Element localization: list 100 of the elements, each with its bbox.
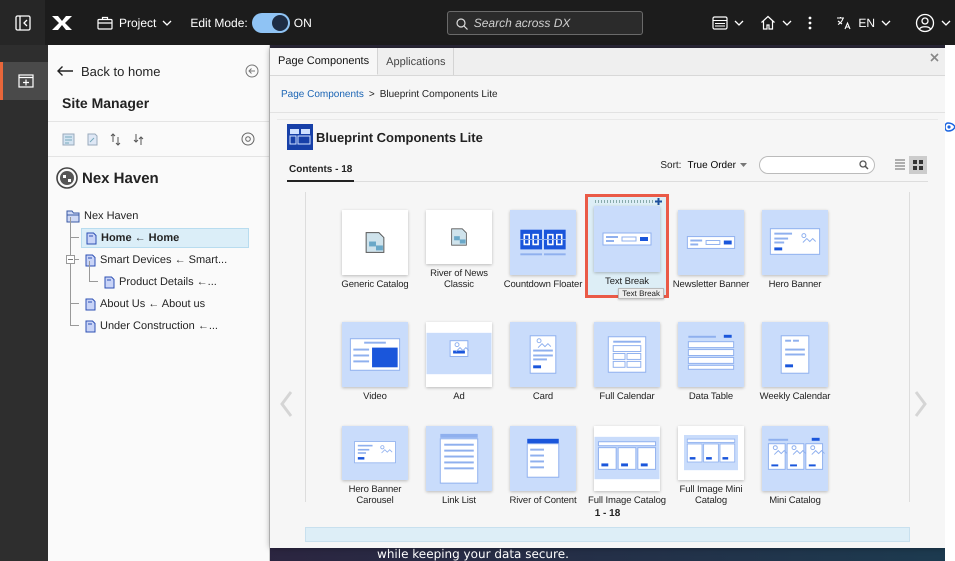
component-label: Full Calendar: [598, 391, 656, 402]
tree-item[interactable]: About Us ← About us: [81, 294, 210, 314]
component-tile[interactable]: Ad: [417, 310, 501, 402]
breadcrumb-separator: >: [368, 88, 375, 100]
contents-tab[interactable]: Contents - 18: [287, 164, 354, 182]
component-label: Countdown Floater: [502, 279, 584, 290]
component-label: Weekly Calendar: [758, 391, 832, 402]
move-down-icon[interactable]: [133, 132, 144, 146]
component-label: Hero Banner Carousel: [348, 484, 402, 506]
user-icon: [915, 12, 935, 32]
chevron-right-icon[interactable]: [914, 390, 928, 418]
component-tile[interactable]: Link List: [417, 414, 501, 506]
search-field[interactable]: Search across DX: [446, 10, 643, 34]
component-label: Text Break: [604, 276, 650, 287]
add-panel-icon[interactable]: [18, 74, 34, 88]
component-thumbnail[interactable]: [678, 210, 744, 275]
add-icon[interactable]: [654, 197, 663, 206]
component-thumbnail[interactable]: [678, 426, 744, 480]
page-icon: [86, 232, 97, 244]
component-tile[interactable]: Full Image Mini Catalog: [669, 414, 753, 506]
tree-item[interactable]: Under Construction ←...: [81, 316, 222, 336]
component-thumbnail[interactable]: [594, 322, 660, 387]
grid-view-button[interactable]: [909, 156, 927, 174]
component-label: Link List: [441, 495, 477, 506]
component-thumbnail[interactable]: [594, 206, 660, 272]
component-thumbnail[interactable]: [426, 426, 492, 491]
component-tile[interactable]: Countdown Floater: [501, 198, 585, 290]
component-thumbnail[interactable]: [426, 210, 492, 264]
collapse-panel-icon[interactable]: [14, 14, 30, 30]
component-tile[interactable]: River of News Classic: [417, 198, 501, 290]
component-tile[interactable]: Full Image Catalog: [585, 414, 669, 506]
collapse-icon[interactable]: [66, 255, 75, 264]
component-thumbnail[interactable]: [762, 426, 828, 491]
add-page-icon[interactable]: [62, 132, 75, 146]
component-label: Full Image Mini Catalog: [678, 484, 744, 506]
tab[interactable]: Page Components: [270, 48, 378, 75]
logo-icon[interactable]: [51, 14, 73, 30]
chevron-down-icon: [941, 20, 951, 26]
breadcrumb-link[interactable]: Page Components: [281, 88, 364, 100]
component-label: Mini Catalog: [768, 495, 822, 506]
component-thumbnail[interactable]: [342, 426, 408, 480]
eye-icon[interactable]: [945, 121, 955, 133]
component-label: Full Image Catalog: [587, 495, 667, 506]
user-menu[interactable]: [915, 12, 951, 32]
sort-dropdown[interactable]: True Order: [687, 160, 747, 170]
library-title: Blueprint Components Lite: [316, 130, 483, 144]
component-tile[interactable]: Video: [333, 310, 417, 402]
component-tile[interactable]: Data Table: [669, 310, 753, 402]
component-tile[interactable]: Newsletter Banner: [669, 198, 753, 290]
component-tile[interactable]: Weekly Calendar: [753, 310, 837, 402]
panel-title: Site Manager: [48, 81, 269, 122]
component-tile[interactable]: Hero Banner Carousel: [333, 414, 417, 506]
component-tile[interactable]: Mini Catalog: [753, 414, 837, 506]
site-folder-icon: [66, 210, 80, 222]
component-thumbnail[interactable]: [426, 322, 492, 387]
component-thumbnail[interactable]: [342, 322, 408, 387]
component-thumbnail[interactable]: [510, 322, 576, 387]
page-icon: [85, 320, 96, 332]
component-thumbnail[interactable]: [762, 210, 828, 275]
tree-item[interactable]: Smart Devices ← Smart...: [81, 250, 232, 270]
component-thumbnail[interactable]: [594, 426, 660, 491]
component-tile[interactable]: Card: [501, 310, 585, 402]
component-thumbnail[interactable]: [342, 210, 408, 275]
component-tile[interactable]: River of Content: [501, 414, 585, 506]
close-icon[interactable]: [930, 53, 939, 62]
edit-mode-toggle[interactable]: [252, 12, 290, 32]
page-icon: [85, 298, 96, 310]
window-menu[interactable]: [712, 16, 744, 30]
tree-item[interactable]: Product Details ←...: [100, 272, 221, 292]
component-thumbnail[interactable]: [510, 210, 576, 275]
more-options-icon[interactable]: [808, 16, 812, 30]
tree-item[interactable]: Home ← Home: [81, 228, 249, 248]
drag-handle-icon[interactable]: [595, 200, 655, 203]
chevron-down-icon: [734, 20, 744, 26]
component-tile[interactable]: Hero Banner: [753, 198, 837, 290]
project-menu[interactable]: Project: [97, 16, 172, 30]
edit-page-icon[interactable]: [87, 132, 98, 146]
search-field[interactable]: [759, 156, 875, 174]
settings-icon[interactable]: [241, 132, 255, 146]
component-thumbnail[interactable]: [510, 426, 576, 491]
component-label: Hero Banner: [768, 279, 822, 290]
language-menu[interactable]: EN: [836, 16, 891, 30]
component-tile[interactable]: Generic Catalog: [333, 198, 417, 290]
component-label: Generic Catalog: [340, 279, 410, 290]
component-thumbnail[interactable]: [762, 322, 828, 387]
tab[interactable]: Applications: [378, 48, 454, 75]
component-tile[interactable]: Text Break Text Break: [585, 194, 669, 298]
component-tile[interactable]: Full Calendar: [585, 310, 669, 402]
tree-item[interactable]: Nex Haven: [62, 206, 142, 226]
chevron-left-icon[interactable]: [279, 390, 293, 418]
home-menu[interactable]: [760, 15, 792, 30]
back-link[interactable]: Back to home: [56, 64, 160, 78]
collapse-icon[interactable]: [245, 64, 259, 78]
page-icon: [85, 254, 96, 266]
move-up-icon[interactable]: [110, 132, 121, 146]
home-icon: [760, 15, 776, 30]
sort-label: Sort:: [660, 160, 682, 170]
tree-connector: [89, 261, 98, 282]
component-thumbnail[interactable]: [678, 322, 744, 387]
component-label: Newsletter Banner: [672, 279, 750, 290]
